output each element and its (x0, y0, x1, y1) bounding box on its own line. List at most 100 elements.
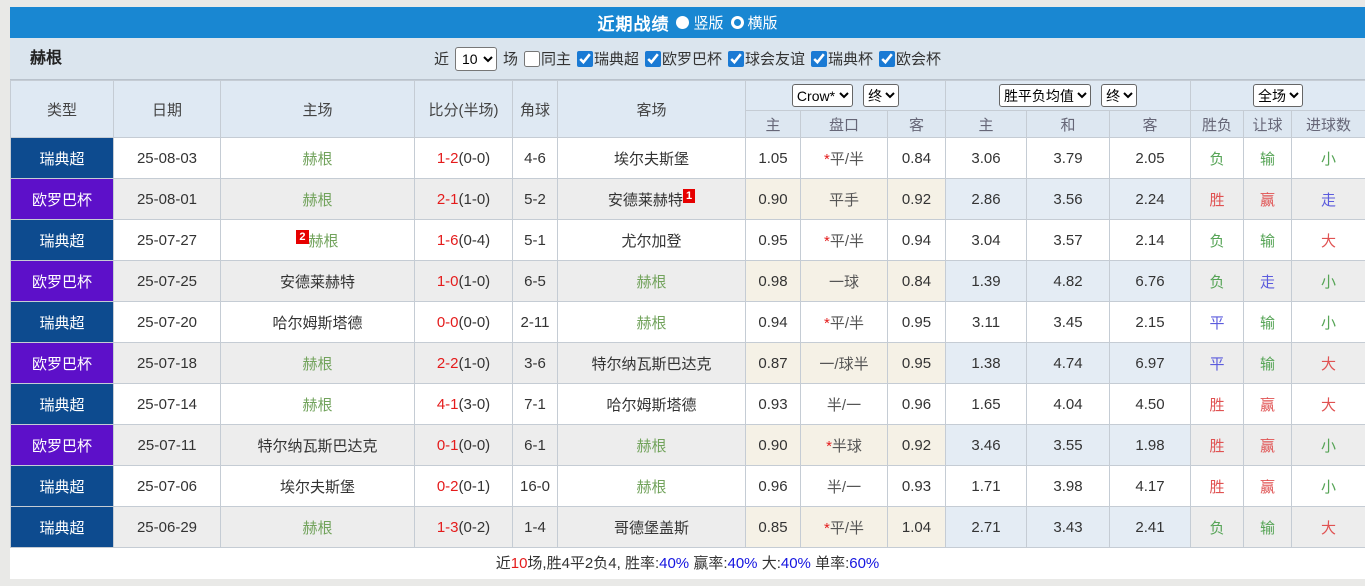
asia-away-odds: 0.95 (888, 343, 946, 384)
title-bar: 近期战绩 竖版 横版 (10, 7, 1365, 38)
team-name-text: 赫根 (309, 233, 339, 250)
footer-single-label: 单率: (811, 555, 849, 572)
half-score: (0-4) (459, 232, 491, 249)
corners-cell: 5-1 (513, 220, 558, 261)
footer-big-rate: 40% (781, 555, 811, 572)
avg-source-select[interactable]: 胜平负均值 (999, 84, 1091, 107)
half-score: (0-1) (459, 478, 491, 495)
avg-away-odds: 4.17 (1110, 466, 1191, 507)
asia-home-odds: 0.87 (746, 343, 801, 384)
league-filter-europa[interactable]: 欧罗巴杯 (645, 48, 722, 69)
league-cell: 瑞典超 (11, 220, 114, 261)
asia-away-odds: 0.92 (888, 179, 946, 220)
result-handicap: 输 (1244, 220, 1292, 261)
asia-period-select[interactable]: 终 (863, 84, 899, 107)
away-team-cell: 赫根 (558, 425, 746, 466)
league-checkbox[interactable] (645, 51, 661, 67)
radio-unselected-icon[interactable] (731, 16, 744, 29)
result-goals: 走 (1292, 179, 1365, 220)
table-row: 欧罗巴杯25-07-11特尔纳瓦斯巴达克0-1(0-0)6-1赫根0.90*半球… (11, 425, 1365, 466)
league-label: 球会友谊 (745, 48, 805, 69)
league-filter-swedish-cup[interactable]: 瑞典杯 (811, 48, 873, 69)
asia-handicap: *平/半 (801, 138, 888, 179)
away-team-cell: 哥德堡盖斯 (558, 507, 746, 548)
team-name-text: 赫根 (636, 274, 666, 291)
league-checkbox[interactable] (811, 51, 827, 67)
handicap-text: 平/半 (830, 315, 864, 332)
sub-header-let: 让球 (1244, 111, 1292, 138)
score-cell: 0-1(0-0) (415, 425, 513, 466)
full-score: 2-2 (437, 355, 459, 372)
asia-home-odds: 0.93 (746, 384, 801, 425)
corners-cell: 5-2 (513, 179, 558, 220)
team-name-text: 赫根 (636, 315, 666, 332)
date-cell: 25-07-27 (114, 220, 221, 261)
asia-handicap: *平/半 (801, 220, 888, 261)
full-score: 1-2 (437, 150, 459, 167)
date-cell: 25-07-06 (114, 466, 221, 507)
team-name-text: 赫根 (302, 397, 332, 414)
team-name-text: 赫根 (636, 479, 666, 496)
asia-handicap: *平/半 (801, 302, 888, 343)
result-wdl: 负 (1191, 138, 1244, 179)
away-team-cell: 埃尔夫斯堡 (558, 138, 746, 179)
layout-radio-vertical[interactable]: 竖版 (676, 12, 723, 33)
result-wdl: 负 (1191, 220, 1244, 261)
avg-home-odds: 1.65 (946, 384, 1027, 425)
league-filter-allsvenskan[interactable]: 瑞典超 (577, 48, 639, 69)
result-wdl: 胜 (1191, 179, 1244, 220)
avg-away-odds: 2.41 (1110, 507, 1191, 548)
radio-selected-icon[interactable] (676, 16, 689, 29)
games-label: 场 (503, 48, 518, 69)
sub-header-wdl: 胜负 (1191, 111, 1244, 138)
avg-home-odds: 2.71 (946, 507, 1027, 548)
league-checkbox[interactable] (879, 51, 895, 67)
near-label: 近 (434, 48, 449, 69)
league-filter-conference[interactable]: 欧会杯 (879, 48, 941, 69)
date-cell: 25-06-29 (114, 507, 221, 548)
table-row: 瑞典超25-07-06埃尔夫斯堡0-2(0-1)16-0赫根0.96半/一0.9… (11, 466, 1365, 507)
avg-away-odds: 4.50 (1110, 384, 1191, 425)
league-cell: 瑞典超 (11, 302, 114, 343)
score-cell: 2-2(1-0) (415, 343, 513, 384)
home-team-cell: 赫根 (221, 507, 415, 548)
col-header-away: 客场 (558, 81, 746, 138)
avg-period-select[interactable]: 终 (1101, 84, 1137, 107)
date-cell: 25-07-20 (114, 302, 221, 343)
league-checkbox[interactable] (728, 51, 744, 67)
table-row: 瑞典超25-07-20哈尔姆斯塔德0-0(0-0)2-11赫根0.94*平/半0… (11, 302, 1365, 343)
layout-radio-horizontal[interactable]: 横版 (731, 12, 778, 33)
league-cell: 欧罗巴杯 (11, 261, 114, 302)
sub-header-avg-away: 客 (1110, 111, 1191, 138)
same-home-checkbox[interactable] (524, 51, 540, 67)
sub-header-goals: 进球数 (1292, 111, 1365, 138)
table-row: 瑞典超25-08-03赫根1-2(0-0)4-6埃尔夫斯堡1.05*平/半0.8… (11, 138, 1365, 179)
scope-select[interactable]: 全场 (1253, 84, 1303, 107)
same-home-filter[interactable]: 同主 (524, 48, 571, 69)
table-row: 欧罗巴杯25-07-18赫根2-2(1-0)3-6特尔纳瓦斯巴达克0.87一/球… (11, 343, 1365, 384)
footer-big-label: 大: (758, 555, 781, 572)
odds-source-select[interactable]: Crow* (792, 84, 853, 107)
col-header-score: 比分(半场) (415, 81, 513, 138)
avg-away-odds: 2.24 (1110, 179, 1191, 220)
team-name-text: 赫根 (636, 438, 666, 455)
league-filter-friendly[interactable]: 球会友谊 (728, 48, 805, 69)
col-header-corner: 角球 (513, 81, 558, 138)
half-score: (1-0) (459, 355, 491, 372)
avg-draw-odds: 3.55 (1027, 425, 1110, 466)
avg-draw-odds: 3.57 (1027, 220, 1110, 261)
red-card-badge: 2 (296, 230, 308, 244)
score-cell: 2-1(1-0) (415, 179, 513, 220)
handicap-text: 半/一 (827, 479, 861, 496)
match-count-select[interactable]: 10 (455, 47, 497, 71)
result-goals: 大 (1292, 507, 1365, 548)
table-row: 欧罗巴杯25-07-25安德莱赫特1-0(1-0)6-5赫根0.98一球0.84… (11, 261, 1365, 302)
league-checkbox[interactable] (577, 51, 593, 67)
results-table: 类型 日期 主场 比分(半场) 角球 客场 Crow* 终 胜平负均值 终 全场 (10, 80, 1365, 548)
full-score: 1-0 (437, 273, 459, 290)
league-label: 欧罗巴杯 (662, 48, 722, 69)
half-score: (0-0) (459, 437, 491, 454)
result-goals: 大 (1292, 384, 1365, 425)
home-team-cell: 埃尔夫斯堡 (221, 466, 415, 507)
asia-handicap: 半/一 (801, 384, 888, 425)
